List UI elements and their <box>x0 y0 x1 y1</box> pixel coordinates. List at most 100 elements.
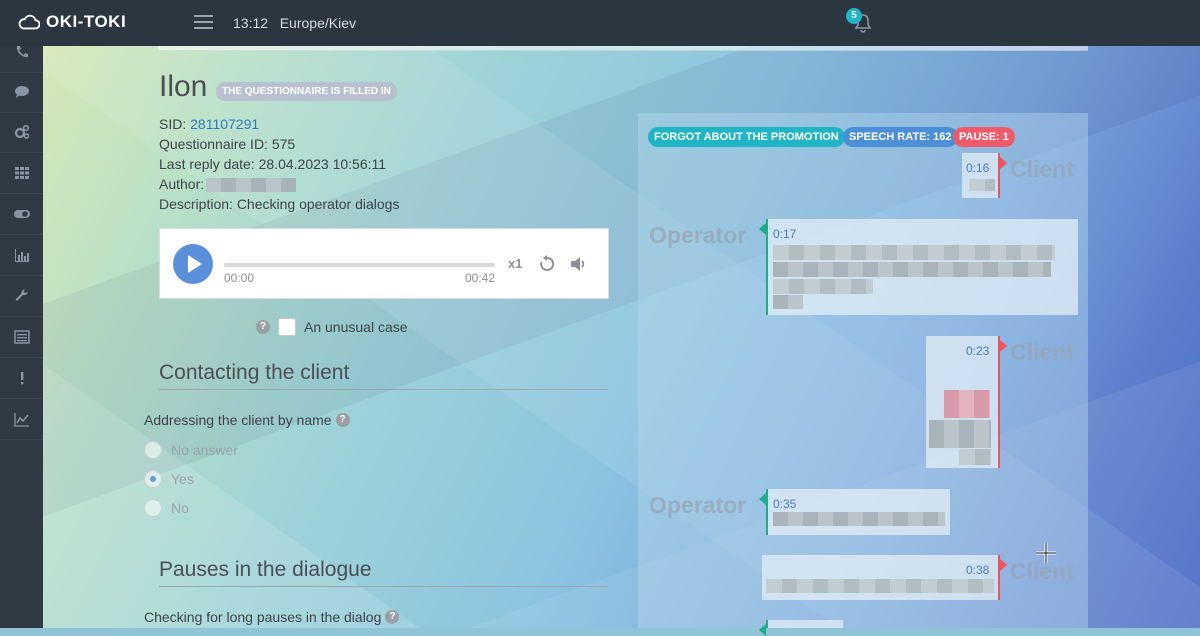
message-time: 0:38 <box>966 563 990 577</box>
option-label: Yes <box>171 471 194 487</box>
play-button[interactable] <box>173 244 213 284</box>
questionnaire-row: Questionnaire ID: 575 <box>159 134 399 154</box>
option-label: No <box>171 500 189 516</box>
toggle-icon <box>13 210 30 218</box>
status-badge: THE QUESTIONNAIRE IS FILLED IN <box>216 82 397 101</box>
unusual-case-row: ? An unusual case <box>256 318 408 336</box>
last-reply-row: Last reply date: 28.04.2023 10:56:11 <box>159 154 399 174</box>
sidebar-item-alerts[interactable] <box>0 358 43 399</box>
message-text-redacted <box>929 420 991 448</box>
client-marker <box>998 153 1007 198</box>
message-text-redacted <box>773 279 873 294</box>
current-time: 13:12 <box>233 15 269 31</box>
message-text-redacted <box>969 179 995 191</box>
playback-speed-button[interactable]: x1 <box>508 256 522 271</box>
message-time: 0:17 <box>773 227 797 241</box>
wrench-icon <box>15 289 28 301</box>
cloud-icon <box>18 14 40 30</box>
logo-text: OKI-TOKI <box>46 12 127 31</box>
radio-no-answer[interactable] <box>144 441 162 459</box>
sidebar-item-apps[interactable] <box>0 153 43 194</box>
option-no-answer[interactable]: No answer <box>144 441 238 459</box>
audio-player: 00:00 00:42 x1 <box>159 228 609 299</box>
message-bubble[interactable] <box>768 620 843 628</box>
top-bar: OKI-TOKI 13:12 Europe/Kiev 5 <box>0 0 1200 46</box>
radio-yes[interactable] <box>144 470 162 488</box>
sidebar-item-settings[interactable] <box>0 112 43 153</box>
option-no[interactable]: No <box>144 499 189 517</box>
client-marker <box>998 555 1007 600</box>
grid-icon <box>14 167 29 179</box>
help-icon[interactable]: ? <box>385 610 400 624</box>
speaker-label: Operator <box>649 492 747 518</box>
sidebar-item-chats[interactable] <box>0 72 43 113</box>
menu-toggle-icon[interactable] <box>194 15 213 29</box>
sidebar-item-tools[interactable] <box>0 276 43 317</box>
line-chart-icon <box>13 413 29 427</box>
help-icon[interactable]: ? <box>335 413 350 427</box>
sid-label: SID: <box>159 116 187 132</box>
timezone: Europe/Kiev <box>279 15 356 31</box>
help-icon[interactable]: ? <box>256 320 270 334</box>
sidebar-item-toggles[interactable] <box>0 194 43 235</box>
speaker-label: Client <box>1010 156 1074 182</box>
message-bubble[interactable]: 0:23 <box>926 336 998 468</box>
message-text-redacted <box>959 449 991 465</box>
replay-icon[interactable] <box>537 254 557 274</box>
notification-badge[interactable]: 5 <box>846 8 862 24</box>
clock: 13:12 Europe/Kiev <box>233 15 356 31</box>
option-yes[interactable]: Yes <box>144 470 194 488</box>
seek-bar[interactable] <box>224 263 495 267</box>
crosshair-cursor-icon <box>1036 543 1056 563</box>
message-text-redacted <box>773 295 803 309</box>
duration: 00:42 <box>465 271 496 285</box>
message-bubble[interactable]: 0:17 <box>768 219 1078 315</box>
chat-icon <box>14 86 29 98</box>
question-label: Addressing the client by name ? <box>144 412 350 428</box>
message-text-redacted <box>773 245 1055 260</box>
record-meta: SID: 281107291 Questionnaire ID: 575 Las… <box>159 114 399 214</box>
tag-pause: PAUSE: 1 <box>953 127 1015 147</box>
exclamation-icon <box>20 372 23 385</box>
message-text-redacted <box>766 579 994 593</box>
current-time: 00:00 <box>224 271 255 285</box>
sidebar-item-analytics[interactable] <box>0 399 43 440</box>
question-text: Addressing the client by name <box>144 412 332 428</box>
question-text: Checking for long pauses in the dialog <box>144 609 382 625</box>
gears-icon <box>14 124 29 139</box>
option-label: No answer <box>171 442 238 458</box>
sidebar-item-lists[interactable] <box>0 317 43 358</box>
speaker-label: Client <box>1010 339 1074 365</box>
description-label: Description: <box>159 196 233 212</box>
message-text-redacted <box>944 390 990 418</box>
message-text-redacted <box>773 512 945 526</box>
logo[interactable]: OKI-TOKI <box>18 12 126 32</box>
message-bubble[interactable]: 0:35 <box>768 489 950 535</box>
client-marker <box>998 336 1007 468</box>
question-label: Checking for long pauses in the dialog ? <box>144 609 400 625</box>
description-row: Description: Checking operator dialogs <box>159 194 399 214</box>
unusual-case-checkbox[interactable] <box>278 318 296 336</box>
message-bubble[interactable]: 0:38 <box>762 555 998 600</box>
sidebar-item-reports[interactable] <box>0 235 43 276</box>
message-bubble[interactable]: 0:16 <box>962 153 998 198</box>
list-icon <box>13 330 30 344</box>
sidebar <box>0 46 43 628</box>
volume-icon[interactable] <box>569 254 589 274</box>
message-text-redacted <box>773 262 1051 277</box>
radio-no[interactable] <box>144 499 162 517</box>
sid-link[interactable]: 281107291 <box>190 116 259 132</box>
unusual-case-label: An unusual case <box>304 319 408 335</box>
sid-row: SID: 281107291 <box>159 114 399 134</box>
bar-chart-icon <box>14 249 29 262</box>
message-time: 0:23 <box>966 344 990 358</box>
questionnaire-value: 575 <box>271 136 296 152</box>
message-time: 0:16 <box>966 161 990 175</box>
top-strip <box>158 46 1088 51</box>
message-time: 0:35 <box>773 497 797 511</box>
author-row: Author: <box>159 174 399 194</box>
dialog-transcript <box>638 113 1088 628</box>
tag-speech-rate: SPEECH RATE: 162 <box>843 127 958 147</box>
section-title-pauses: Pauses in the dialogue <box>159 558 608 587</box>
section-title-contacting: Contacting the client <box>159 361 608 390</box>
